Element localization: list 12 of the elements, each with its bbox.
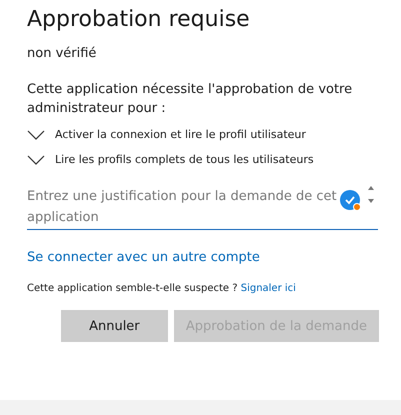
check-badge-icon[interactable] bbox=[340, 190, 362, 212]
chevron-down-icon[interactable] bbox=[27, 154, 45, 164]
dialog-title: Approbation requise bbox=[27, 6, 251, 34]
permission-label: Activer la connexion et lire le profil utilisateur bbox=[55, 128, 306, 141]
description-text: Cette application nécessite l'approbation de votre administrateur pour : bbox=[27, 81, 354, 118]
publisher-status: non vérifié bbox=[27, 46, 98, 61]
report-link[interactable]: Signaler ici bbox=[240, 283, 296, 294]
cancel-button[interactable]: Annuler bbox=[60, 310, 168, 342]
switch-account-link[interactable]: Se connecter avec un autre compte bbox=[27, 250, 260, 265]
suspect-question: Cette application semble-t-elle suspecte ? bbox=[27, 283, 238, 294]
permission-label: Lire les profils complets de tous les utilisateurs bbox=[55, 153, 314, 166]
chevron-down-icon[interactable] bbox=[27, 130, 45, 140]
